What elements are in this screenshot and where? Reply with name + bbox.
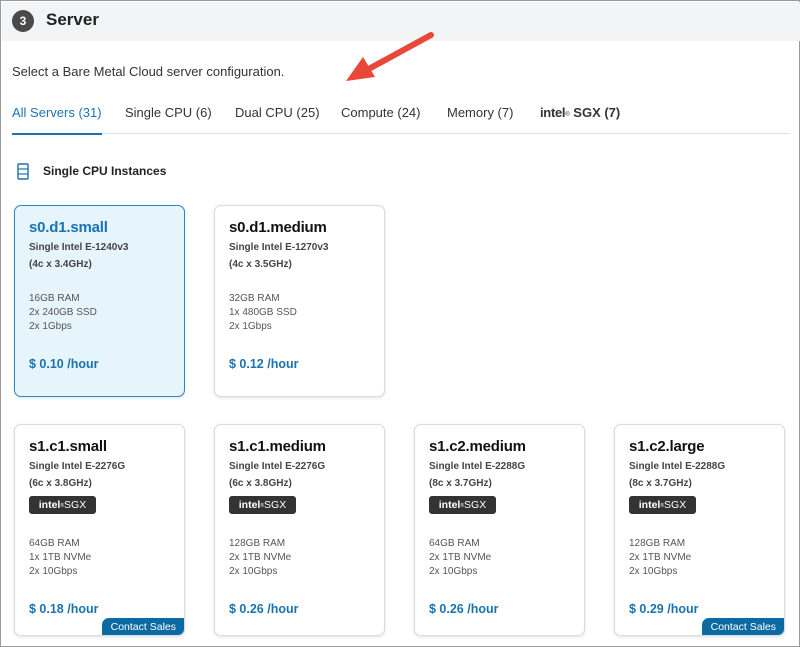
sgx-label: SGX (264, 499, 287, 511)
server-card-s0-d1-medium[interactable]: s0.d1.medium Single Intel E-1270v3 (4c x… (214, 205, 385, 397)
intel-logo: intel (238, 499, 261, 511)
intel-sgx-badge: intel®SGX (629, 496, 696, 514)
ram-spec: 128GB RAM (229, 538, 286, 549)
contact-sales-button[interactable]: Contact Sales (701, 618, 784, 635)
network-spec: 2x 1Gbps (229, 321, 272, 332)
tab-label: SGX (7) (573, 105, 621, 120)
storage-spec: 1x 1TB NVMe (29, 552, 92, 563)
intel-sgx-badge: intel®SGX (229, 496, 296, 514)
cpu-model: Single Intel E-2288G (429, 461, 526, 472)
cpu-model: Single Intel E-2276G (229, 461, 326, 472)
cpu-model: Single Intel E-1240v3 (29, 242, 129, 253)
storage-spec: 2x 1TB NVMe (429, 552, 492, 563)
tab-label: Memory (7) (447, 105, 514, 120)
red-arrow-icon (346, 32, 434, 81)
tab-label: Dual CPU (25) (235, 105, 320, 120)
intel-logo: intel (438, 499, 461, 511)
cpu-model: Single Intel E-2288G (629, 461, 726, 472)
cpu-cores: (6c x 3.8GHz) (29, 478, 92, 489)
hourly-price: $ 0.29 /hour (629, 602, 699, 616)
hourly-price: $ 0.12 /hour (229, 357, 299, 371)
cpu-model: Single Intel E-1270v3 (229, 242, 329, 253)
network-spec: 2x 10Gbps (629, 566, 678, 577)
tab-memory[interactable]: Memory (7) (447, 105, 513, 134)
server-name: s1.c2.medium (429, 438, 526, 455)
ram-spec: 16GB RAM (29, 293, 80, 304)
server-name: s1.c1.small (29, 438, 107, 455)
ram-spec: 64GB RAM (429, 538, 480, 549)
cpu-cores: (6c x 3.8GHz) (229, 478, 292, 489)
storage-spec: 2x 1TB NVMe (629, 552, 692, 563)
ram-spec: 64GB RAM (29, 538, 80, 549)
storage-spec: 2x 240GB SSD (29, 307, 97, 318)
storage-spec: 1x 480GB SSD (229, 307, 297, 318)
section-title: Single CPU Instances (43, 164, 167, 178)
intel-logo: intel (38, 499, 61, 511)
server-name: s0.d1.medium (229, 219, 327, 236)
network-spec: 2x 1Gbps (29, 321, 72, 332)
server-card-s0-d1-small[interactable]: s0.d1.small Single Intel E-1240v3 (4c x … (14, 205, 185, 397)
tab-all-servers[interactable]: All Servers (31) (12, 105, 102, 135)
hourly-price: $ 0.26 /hour (229, 602, 299, 616)
sgx-label: SGX (664, 499, 687, 511)
page-title: Server (46, 10, 99, 29)
page-subtitle: Select a Bare Metal Cloud server configu… (12, 64, 285, 79)
tab-label: Single CPU (6) (125, 105, 212, 120)
server-name: s1.c1.medium (229, 438, 326, 455)
intel-sgx-badge: intel®SGX (29, 496, 96, 514)
cpu-cores: (8c x 3.7GHz) (629, 478, 692, 489)
server-name: s1.c2.large (629, 438, 705, 455)
tab-label: All Servers (31) (12, 105, 102, 120)
cpu-cores: (4c x 3.4GHz) (29, 259, 92, 270)
server-icon (17, 163, 29, 180)
network-spec: 2x 10Gbps (229, 566, 278, 577)
server-card-s1-c1-medium[interactable]: s1.c1.medium Single Intel E-2276G (6c x … (214, 424, 385, 636)
storage-spec: 2x 1TB NVMe (229, 552, 292, 563)
tab-dual-cpu[interactable]: Dual CPU (25) (235, 105, 320, 134)
ram-spec: 32GB RAM (229, 293, 280, 304)
intel-logo: intel (540, 105, 566, 120)
intel-sgx-badge: intel®SGX (429, 496, 496, 514)
server-card-s1-c2-medium[interactable]: s1.c2.medium Single Intel E-2288G (8c x … (414, 424, 585, 636)
tab-label: Compute (24) (341, 105, 421, 120)
tab-intel-sgx[interactable]: intel® SGX (7) (540, 105, 620, 134)
cpu-cores: (4c x 3.5GHz) (229, 259, 292, 270)
tab-single-cpu[interactable]: Single CPU (6) (125, 105, 212, 134)
step-number-badge: 3 (12, 10, 34, 32)
network-spec: 2x 10Gbps (29, 566, 78, 577)
hourly-price: $ 0.26 /hour (429, 602, 499, 616)
hourly-price: $ 0.10 /hour (29, 357, 99, 371)
server-card-s1-c2-large[interactable]: s1.c2.large Single Intel E-2288G (8c x 3… (614, 424, 785, 636)
frame: 3 Server Select a Bare Metal Cloud serve… (0, 0, 800, 647)
intel-registered-mark: ® (565, 112, 570, 118)
sgx-label: SGX (64, 499, 87, 511)
network-spec: 2x 10Gbps (429, 566, 478, 577)
tab-compute[interactable]: Compute (24) (341, 105, 420, 134)
server-name: s0.d1.small (29, 219, 108, 236)
ram-spec: 128GB RAM (629, 538, 686, 549)
contact-sales-button[interactable]: Contact Sales (101, 618, 184, 635)
sgx-label: SGX (464, 499, 487, 511)
intel-logo: intel (638, 499, 661, 511)
cpu-model: Single Intel E-2276G (29, 461, 126, 472)
cpu-cores: (8c x 3.7GHz) (429, 478, 492, 489)
server-filter-tabs: All Servers (31) Single CPU (6) Dual CPU… (12, 105, 790, 135)
hourly-price: $ 0.18 /hour (29, 602, 99, 616)
server-card-s1-c1-small[interactable]: s1.c1.small Single Intel E-2276G (6c x 3… (14, 424, 185, 636)
